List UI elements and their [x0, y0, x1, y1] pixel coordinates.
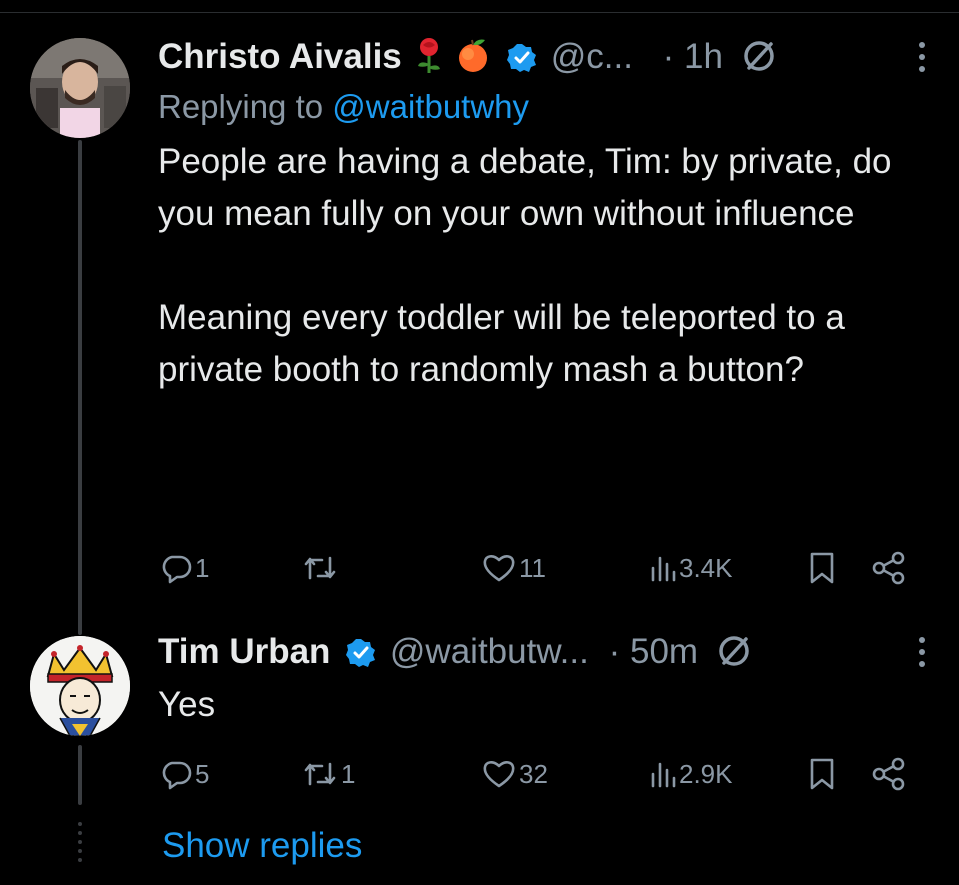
- author-name[interactable]: Christo Aivalis: [158, 37, 402, 76]
- share-icon: [872, 551, 905, 585]
- tweet-christo[interactable]: Christo Aivalis @c... · 1h Replying to @…: [158, 34, 928, 396]
- reply-icon: [162, 761, 192, 790]
- like-icon: [483, 555, 515, 582]
- views-count: 2.9K: [679, 758, 733, 789]
- repost-icon: [304, 762, 336, 786]
- reply-count: 1: [195, 552, 210, 583]
- views-button[interactable]: 2.9K: [650, 754, 733, 794]
- reply-button[interactable]: 1: [160, 548, 209, 588]
- verified-badge-icon: [506, 39, 537, 85]
- thread-line: [78, 140, 82, 635]
- avatar-tim[interactable]: [30, 636, 130, 736]
- repost-icon: [304, 556, 336, 580]
- replying-to-link[interactable]: @waitbutwhy: [332, 88, 529, 125]
- thread-dots: [78, 822, 82, 867]
- reply-button[interactable]: 5: [160, 754, 209, 794]
- repost-button[interactable]: [302, 548, 341, 588]
- reply-icon: [162, 555, 192, 584]
- replying-prefix: Replying to: [158, 88, 324, 125]
- avatar-christo-image: [30, 38, 130, 138]
- tweet-text: Yes: [158, 685, 216, 724]
- tweet-header: Tim Urban @waitbutw... · 50m: [158, 629, 928, 675]
- views-icon: [651, 762, 676, 788]
- like-count: 11: [519, 552, 546, 583]
- verified-badge-icon: [346, 634, 376, 680]
- views-icon: [651, 556, 676, 582]
- share-button[interactable]: [872, 548, 906, 588]
- views-button[interactable]: 3.4K: [650, 548, 733, 588]
- views-count: 3.4K: [679, 552, 733, 583]
- bookmark-button[interactable]: [808, 548, 836, 588]
- more-icon[interactable]: [916, 633, 928, 683]
- reply-count: 5: [195, 758, 210, 789]
- share-icon: [872, 757, 905, 791]
- avatar-christo[interactable]: [30, 38, 130, 138]
- tweet-tim[interactable]: Tim Urban @waitbutw... · 50m Yes: [158, 629, 928, 731]
- timestamp[interactable]: 50m: [630, 632, 698, 671]
- more-icon[interactable]: [916, 38, 928, 88]
- author-handle[interactable]: @waitbutw...: [390, 632, 589, 671]
- tweet-actions: 1 11 3.4K: [160, 548, 920, 588]
- tweet-header: Christo Aivalis @c... · 1h: [158, 34, 928, 80]
- separator-dot: ·: [608, 632, 621, 671]
- edit-icon: [716, 633, 752, 681]
- bookmark-icon: [810, 758, 834, 790]
- show-replies-link[interactable]: Show replies: [162, 826, 362, 866]
- replying-to: Replying to @waitbutwhy: [158, 84, 928, 130]
- like-count: 32: [519, 758, 548, 789]
- bookmark-icon: [810, 552, 834, 584]
- timestamp[interactable]: 1h: [684, 37, 723, 76]
- peach-emoji-icon: [455, 36, 491, 86]
- bookmark-button[interactable]: [808, 754, 836, 794]
- rose-emoji-icon: [412, 36, 446, 86]
- like-icon: [483, 761, 515, 788]
- thread-line-lower: [78, 745, 82, 805]
- separator-dot: ·: [662, 37, 675, 76]
- edit-icon: [741, 38, 777, 86]
- repost-count: 1: [341, 758, 356, 789]
- author-handle[interactable]: @c...: [551, 37, 633, 76]
- avatar-tim-image: [30, 636, 130, 736]
- tweet-actions: 5 1 32 2.9K: [160, 754, 920, 794]
- share-button[interactable]: [872, 754, 906, 794]
- author-name[interactable]: Tim Urban: [158, 632, 330, 671]
- repost-button[interactable]: 1: [302, 754, 355, 794]
- like-button[interactable]: 11: [482, 548, 546, 588]
- tweet-text: People are having a debate, Tim: by priv…: [158, 142, 892, 389]
- like-button[interactable]: 32: [482, 754, 548, 794]
- top-divider: [0, 12, 959, 13]
